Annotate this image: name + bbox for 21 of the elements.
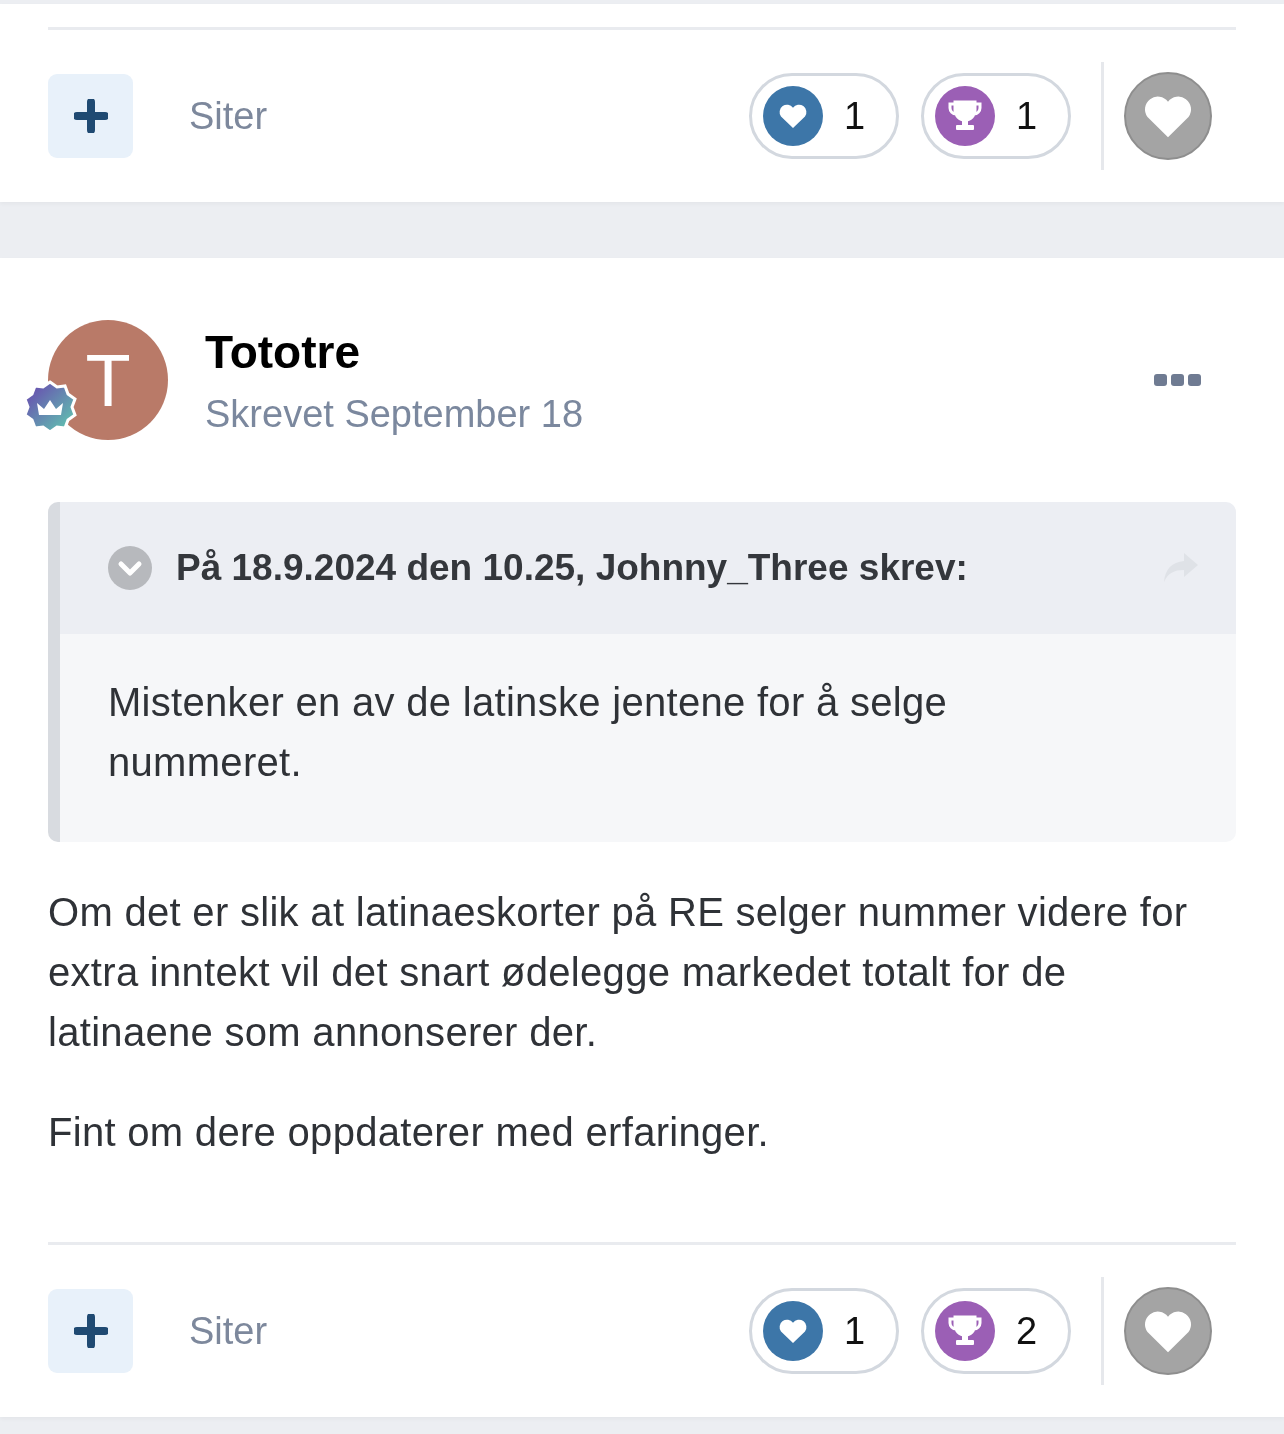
add-button[interactable] xyxy=(48,74,133,158)
plus-icon xyxy=(73,1314,108,1348)
chevron-down-icon[interactable] xyxy=(108,546,152,590)
quote-citation: På 18.9.2024 den 10.25, Johnny_Three skrev: xyxy=(176,547,968,589)
post-date: Skrevet September 18 xyxy=(205,392,584,436)
plus-icon xyxy=(73,99,108,133)
quoted-text: Mistenker en av de latinske jentene for å selge nummeret. xyxy=(108,679,949,786)
author-name[interactable]: Tototre xyxy=(205,324,584,379)
ellipsis-icon xyxy=(1154,373,1202,387)
reaction-count-button[interactable]: 1 xyxy=(921,73,1071,159)
reaction-count-button[interactable]: 2 xyxy=(921,1288,1071,1374)
trophy-icon xyxy=(934,85,996,147)
trophy-icon xyxy=(934,1300,996,1362)
post-paragraph: Om det er slik at latinaeskorter på RE selger nummer videre for extra inntekt vil det snart ødelegge markedet totalt for de latinaene som annonserer der. xyxy=(48,889,1189,1056)
reaction-count-button[interactable]: 1 xyxy=(749,1288,899,1374)
add-button[interactable] xyxy=(48,1289,133,1373)
more-options-button[interactable] xyxy=(1154,373,1202,387)
quote-button[interactable]: Siter xyxy=(189,1309,268,1353)
quote-button[interactable]: Siter xyxy=(189,94,268,138)
reaction-count-button[interactable]: 1 xyxy=(749,73,899,159)
post-paragraph: Fint om dere oppdaterer med erfaringer. xyxy=(48,1109,770,1156)
